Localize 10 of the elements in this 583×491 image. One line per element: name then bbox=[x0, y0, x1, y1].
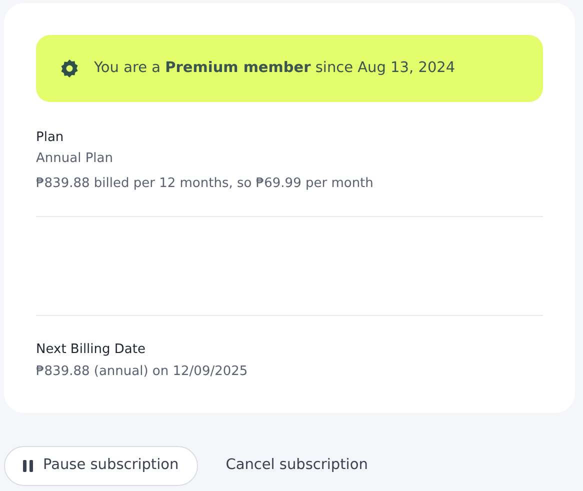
membership-text: You are a Premium member since Aug 13, 2024 bbox=[94, 58, 456, 78]
plan-label: Plan bbox=[36, 129, 65, 147]
billing-date-label: Next Billing Date bbox=[36, 341, 146, 359]
badge-icon bbox=[60, 59, 79, 78]
billing-date-value: ₱839.88 (annual) on 12/09/2025 bbox=[36, 363, 249, 381]
pause-icon bbox=[23, 460, 33, 472]
pause-button[interactable]: Pause subscription bbox=[4, 446, 198, 486]
plan-price: ₱839.88 billed per 12 months, so ₱69.99 per month bbox=[36, 175, 374, 193]
plan-name: Annual Plan bbox=[36, 150, 114, 168]
cancel-button[interactable]: Cancel subscription bbox=[224, 446, 370, 486]
